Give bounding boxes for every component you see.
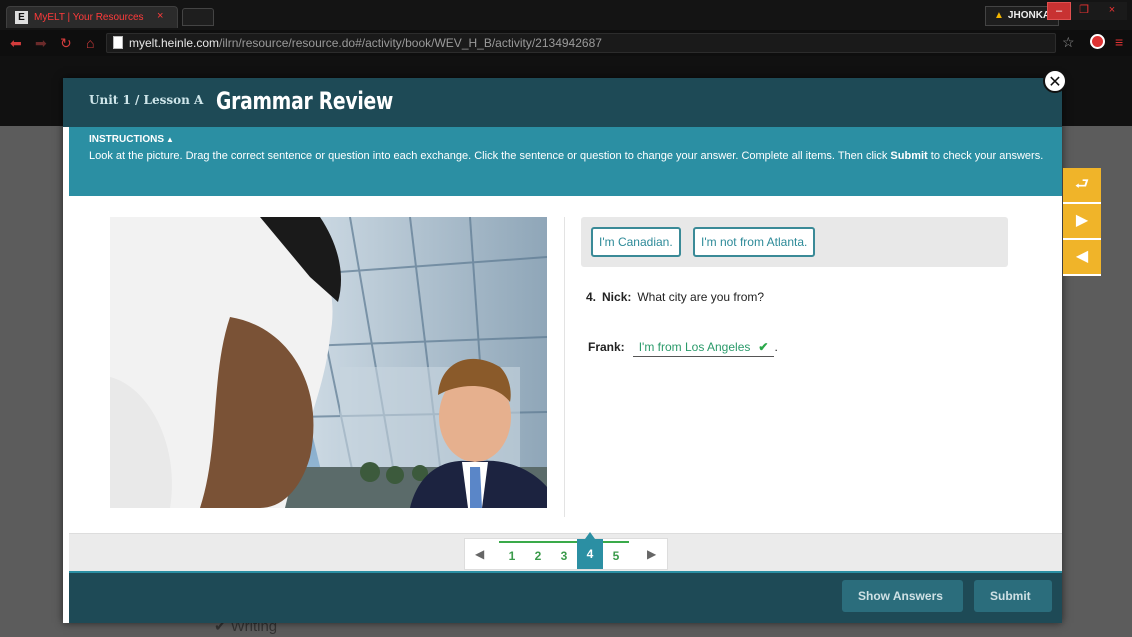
question-line: 4. Nick: What city are you from? — [586, 290, 764, 304]
play-icon[interactable]: ▶ — [1063, 204, 1101, 240]
page-button[interactable]: 2 — [525, 541, 551, 567]
minimize-button[interactable]: – — [1047, 2, 1071, 20]
back-icon[interactable]: ⬅ — [10, 35, 22, 52]
activity-modal: Unit 1 / Lesson A Grammar Review INSTRUC… — [63, 78, 1062, 623]
return-icon[interactable]: ⮐ — [1063, 168, 1101, 204]
new-tab-button[interactable] — [182, 8, 214, 26]
tab-title: MyELT | Your Resources — [34, 12, 144, 23]
forward-icon[interactable]: ➡ — [35, 35, 47, 52]
check-icon: ✔ — [758, 340, 769, 354]
submit-button[interactable]: Submit — [974, 580, 1052, 612]
browser-tab-bar: E MyELT | Your Resources × ▲ JHONKA – ❐ × — [0, 0, 1132, 30]
reload-icon[interactable]: ↻ — [60, 35, 72, 52]
browser-toolbar: ⬅ ➡ ↻ ⌂ myelt.heinle.com/ilrn/resource/r… — [0, 30, 1132, 56]
activity-photo — [110, 217, 547, 508]
page-button-current[interactable]: 4 — [577, 532, 603, 569]
answer-drop-zone[interactable]: I'm from Los Angeles ✔ — [632, 340, 775, 357]
warning-icon: ▲ — [994, 10, 1004, 21]
word-bank: I'm Canadian. I'm not from Atlanta. — [581, 217, 1008, 267]
page-button[interactable]: 1 — [499, 541, 525, 567]
address-bar[interactable]: myelt.heinle.com/ilrn/resource/resource.… — [106, 33, 1056, 53]
instructions-text: Look at the picture. Drag the correct se… — [89, 148, 1048, 165]
page-icon — [113, 36, 123, 49]
side-toolbar: ⮐ ▶ ◀ — [1063, 168, 1101, 276]
tab-favicon: E — [15, 11, 28, 24]
chevron-left-icon[interactable]: ◀ — [475, 547, 484, 561]
column-divider — [564, 217, 565, 517]
instructions-text-before: Look at the picture. Drag the correct se… — [89, 150, 891, 162]
photo-illustration — [110, 217, 547, 508]
instructions-panel: INSTRUCTIONS ▲ Look at the picture. Drag … — [69, 127, 1062, 196]
instructions-toggle[interactable]: INSTRUCTIONS ▲ — [89, 134, 1048, 145]
unit-label: Unit 1 / Lesson A — [89, 93, 204, 107]
answer-chip[interactable]: I'm Canadian. — [591, 227, 681, 257]
tab-close-icon[interactable]: × — [157, 10, 163, 22]
instructions-submit-word: Submit — [890, 150, 928, 162]
modal-title: Grammar Review — [216, 87, 394, 115]
extension-icon[interactable] — [1090, 34, 1105, 49]
page-button[interactable]: 5 — [603, 541, 629, 567]
url-host: myelt.heinle.com — [129, 36, 220, 50]
caret-up-icon: ▲ — [166, 135, 174, 144]
back-arrow-icon[interactable]: ◀ — [1063, 240, 1101, 276]
close-icon[interactable]: ✕ — [1043, 69, 1067, 93]
show-answers-button[interactable]: Show Answers — [842, 580, 963, 612]
star-icon[interactable]: ☆ — [1062, 34, 1075, 51]
instructions-heading: INSTRUCTIONS — [89, 134, 164, 145]
modal-footer: Show Answers Submit — [69, 573, 1062, 623]
answer-period: . — [774, 340, 778, 354]
answer-line: Frank: I'm from Los Angeles ✔. — [588, 340, 778, 357]
chevron-right-icon[interactable]: ▶ — [647, 547, 656, 561]
question-number: 4. — [586, 290, 597, 304]
maximize-button[interactable]: ❐ — [1071, 2, 1097, 20]
page-button[interactable]: 3 — [551, 541, 577, 567]
user-name: JHONKA — [1007, 10, 1051, 21]
url-text: myelt.heinle.com/ilrn/resource/resource.… — [129, 36, 602, 50]
question-speaker: Nick: — [602, 290, 632, 304]
answer-text: I'm from Los Angeles — [638, 340, 751, 354]
pagination-bar: ◀ 1 2 3 4 5 ▶ — [69, 532, 1062, 573]
menu-icon[interactable]: ≡ — [1115, 34, 1123, 50]
pagination: ◀ 1 2 3 4 5 ▶ — [464, 532, 668, 570]
answer-chip[interactable]: I'm not from Atlanta. — [693, 227, 816, 257]
url-path: /ilrn/resource/resource.do#/activity/boo… — [219, 36, 602, 50]
home-icon[interactable]: ⌂ — [86, 35, 94, 51]
instructions-text-after: to check your answers. — [927, 150, 1044, 162]
answer-speaker: Frank: — [588, 340, 625, 354]
modal-header: Unit 1 / Lesson A Grammar Review — [63, 78, 1062, 127]
question-text: What city are you from? — [637, 290, 765, 304]
window-close-button[interactable]: × — [1097, 2, 1127, 20]
browser-tab[interactable]: E MyELT | Your Resources × — [6, 6, 178, 28]
